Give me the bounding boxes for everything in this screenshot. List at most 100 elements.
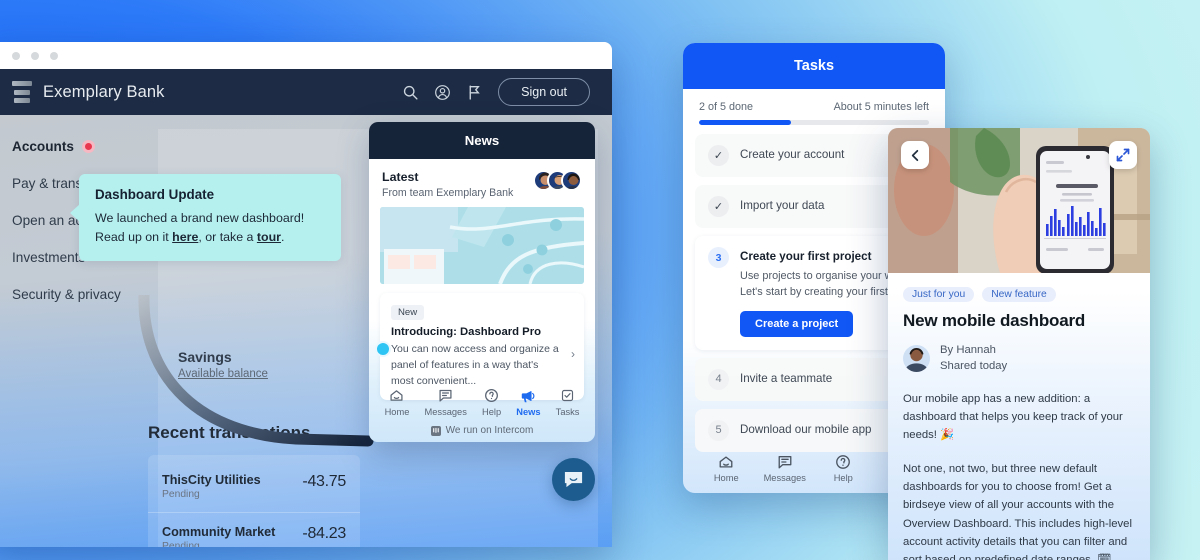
tooltip-link-tour[interactable]: tour <box>257 230 281 244</box>
step-number-badge: 5 <box>708 419 729 441</box>
create-project-button[interactable]: Create a project <box>740 310 854 337</box>
pulse-dot-badge-icon[interactable] <box>81 140 95 153</box>
sign-out-button[interactable]: Sign out <box>498 78 590 106</box>
bank-top-nav: Exemplary Bank Sign out <box>0 69 612 115</box>
check-icon: ✓ <box>708 145 729 166</box>
nav-item-label: Messages <box>763 473 806 483</box>
back-button[interactable] <box>901 141 929 169</box>
nav-item-tasks[interactable]: Tasks <box>555 387 580 417</box>
avatar <box>903 344 930 372</box>
messenger-launcher-button[interactable] <box>552 458 595 501</box>
article-author-row: By Hannah Shared today <box>903 342 1135 375</box>
article-panel: Just for you New feature New mobile dash… <box>888 128 1150 560</box>
chevron-left-icon <box>911 149 918 161</box>
dashboard-update-tooltip: Dashboard Update We launched a brand new… <box>70 174 341 262</box>
tooltip-title: Dashboard Update <box>95 187 215 202</box>
screenshot-root: Exemplary Bank Sign out Accounts Pay & t… <box>0 0 1200 560</box>
help-icon <box>814 453 873 470</box>
page-title: New mobile dashboard <box>903 311 1086 330</box>
expand-button[interactable] <box>1109 141 1137 169</box>
step-number-badge: 4 <box>708 368 729 390</box>
news-latest-row: Latest From team Exemplary Bank <box>369 159 595 205</box>
tasks-icon <box>556 387 580 404</box>
nav-item-messages[interactable]: Messages <box>425 387 467 417</box>
messenger-chat-icon <box>564 472 583 488</box>
sidebar-item-label: Accounts <box>12 139 74 154</box>
tooltip-text-3: . <box>280 229 285 244</box>
window-maximize-dot[interactable] <box>50 51 58 60</box>
nav-item-label: News <box>516 407 541 417</box>
news-article-card[interactable]: New Introducing: Dashboard Pro You can n… <box>375 293 584 401</box>
intercom-attribution-label: We run on Intercom <box>445 425 534 436</box>
tag-just-for-you: Just for you <box>903 287 975 302</box>
news-megaphone-icon <box>516 387 540 404</box>
bank-logo-icon <box>12 81 32 103</box>
intercom-logo-icon <box>430 425 441 436</box>
task-label: Download our mobile app <box>740 422 872 436</box>
article-paragraph: Not one, not two, but three new default … <box>903 462 1132 560</box>
tooltip-link-here[interactable]: here <box>172 230 198 244</box>
table-row[interactable]: Community Market Pending -84.23 <box>148 512 360 547</box>
task-label: Create your account <box>740 148 845 161</box>
nav-item-home[interactable]: Home <box>384 387 410 417</box>
team-avatars <box>533 170 582 191</box>
sidebar-item-accounts[interactable]: Accounts <box>12 139 152 154</box>
transaction-name: Community Market <box>162 525 276 539</box>
expand-arrows-icon <box>1116 148 1130 162</box>
nav-item-label: Tasks <box>555 407 580 417</box>
chevron-right-icon[interactable]: › <box>571 347 575 361</box>
transaction-amount: -43.75 <box>302 473 346 490</box>
intercom-attribution[interactable]: We run on Intercom <box>369 425 595 436</box>
article-author-name: By Hannah <box>940 344 996 356</box>
messages-icon <box>756 453 815 470</box>
avatar <box>561 170 582 191</box>
status-badge: New <box>391 305 425 320</box>
transaction-status: Pending <box>162 541 200 547</box>
news-panel-header: News <box>369 122 595 159</box>
transactions-list: ThisCity Utilities Pending -43.75 Commun… <box>148 455 360 547</box>
check-icon: ✓ <box>708 196 729 217</box>
table-row[interactable]: ThisCity Utilities Pending -43.75 <box>148 461 360 512</box>
article-hero-image <box>888 128 1150 273</box>
nav-item-label: Help <box>482 407 502 417</box>
nav-item-help[interactable]: Help <box>814 453 873 483</box>
article-paragraph: Our mobile app has a new addition: a das… <box>903 392 1123 442</box>
tasks-progress-label: 2 of 5 done <box>699 101 754 113</box>
savings-subtitle: Available balance <box>178 368 268 380</box>
article-shared-date: Shared today <box>940 360 1008 373</box>
nav-item-home[interactable]: Home <box>697 453 756 483</box>
tasks-time-left: About 5 minutes left <box>833 101 929 113</box>
news-card-title: Introducing: Dashboard Pro <box>391 326 541 338</box>
help-icon <box>482 387 501 404</box>
step-number-badge: 3 <box>708 247 729 268</box>
nav-item-label: Help <box>833 473 853 483</box>
window-close-dot[interactable] <box>12 51 20 60</box>
account-circle-icon[interactable] <box>434 84 451 101</box>
nav-item-messages[interactable]: Messages <box>756 453 815 483</box>
nav-item-label: Home <box>384 407 410 417</box>
news-latest-from: From team Exemplary Bank <box>382 187 514 199</box>
news-hero-image <box>380 207 584 284</box>
nav-item-news[interactable]: News <box>516 387 541 417</box>
messages-icon <box>425 387 467 404</box>
transaction-amount: -84.23 <box>302 525 346 542</box>
messenger-bottom-nav: Home Messages Help News Tasks <box>369 387 595 417</box>
window-minimize-dot[interactable] <box>31 51 39 60</box>
recent-transactions-title: Recent transactions <box>148 423 311 442</box>
browser-chrome-bar <box>0 42 612 69</box>
bank-brand-name: Exemplary Bank <box>43 82 165 101</box>
nav-item-help[interactable]: Help <box>482 387 501 417</box>
nav-item-label: Home <box>713 473 739 483</box>
sidebar-item-security-privacy[interactable]: Security & privacy <box>12 287 152 302</box>
tag-new-feature: New feature <box>982 287 1056 302</box>
nav-item-label: Messages <box>424 407 467 417</box>
flag-icon[interactable] <box>466 84 483 101</box>
tooltip-text-2: , or take a <box>198 229 257 244</box>
tasks-panel-header: Tasks <box>683 43 945 89</box>
news-latest-title: Latest <box>382 170 419 184</box>
news-unread-dot-icon <box>375 341 391 357</box>
news-messenger-panel: News Latest From team Exemplary Bank New… <box>369 122 595 442</box>
search-icon[interactable] <box>402 84 419 101</box>
news-card-body: You can now access and organize a panel … <box>391 343 559 387</box>
home-icon <box>385 387 410 404</box>
